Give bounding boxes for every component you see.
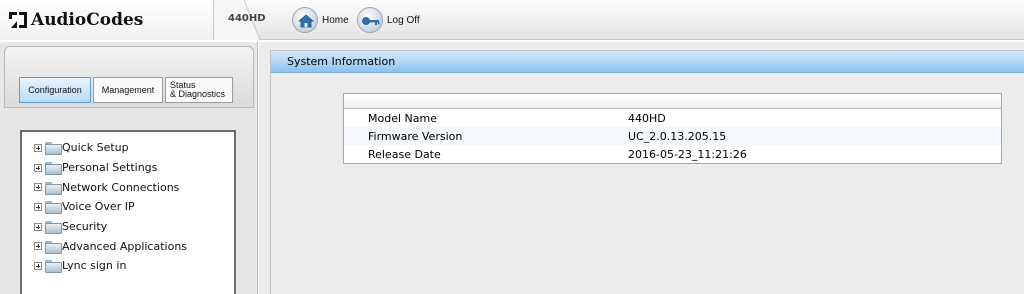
- folder-icon: [45, 142, 62, 156]
- folder-icon: [45, 221, 62, 235]
- table-row: Release Date 2016-05-23_11:21:26: [344, 145, 1001, 163]
- table-row: Model Name 440HD: [344, 109, 1001, 127]
- expand-icon[interactable]: [34, 261, 42, 270]
- tree-item-quick-setup[interactable]: Quick Setup: [34, 138, 187, 158]
- row-value: 2016-05-23_11:21:26: [628, 147, 747, 161]
- tab-configuration[interactable]: Configuration: [19, 77, 91, 103]
- tab-management[interactable]: Management: [93, 77, 163, 103]
- audiocodes-logo-icon: [8, 10, 28, 30]
- tree-item-label: Advanced Applications: [62, 239, 188, 253]
- home-button[interactable]: Home: [292, 5, 349, 35]
- row-key: Model Name: [368, 111, 437, 125]
- expand-icon[interactable]: [34, 202, 42, 211]
- log-off-label: Log Off: [387, 14, 420, 26]
- row-key: Firmware Version: [368, 129, 463, 143]
- tree-item-label: Quick Setup: [62, 141, 129, 155]
- tree-item-personal-settings[interactable]: Personal Settings: [34, 158, 187, 178]
- expand-icon[interactable]: [34, 163, 42, 172]
- folder-icon: [45, 162, 62, 176]
- row-value: UC_2.0.13.205.15: [628, 129, 727, 143]
- tree-list: Quick Setup Personal Settings Network Co…: [34, 138, 187, 276]
- tree-item-network-connections[interactable]: Network Connections: [34, 177, 187, 197]
- folder-icon: [45, 201, 62, 215]
- log-off-button[interactable]: Log Off: [357, 5, 420, 35]
- tree-item-label: Personal Settings: [62, 161, 158, 175]
- system-info-table: Model Name 440HD Firmware Version UC_2.0…: [343, 93, 1002, 164]
- expand-icon[interactable]: [34, 242, 42, 251]
- tab-status-line2: & Diagnostics: [170, 89, 226, 99]
- row-key: Release Date: [368, 147, 441, 161]
- tree-item-voice-over-ip[interactable]: Voice Over IP: [34, 197, 187, 217]
- home-label: Home: [322, 14, 349, 26]
- top-bar: AudioCodes 440HD Home Log Off: [0, 0, 1024, 40]
- system-information-panel: System Information Model Name 440HD Firm…: [270, 50, 1024, 294]
- tree-item-security[interactable]: Security: [34, 217, 187, 237]
- home-icon: [292, 7, 318, 33]
- tab-status-diagnostics[interactable]: Status & Diagnostics: [165, 77, 233, 103]
- tree-item-advanced-applications[interactable]: Advanced Applications: [34, 236, 187, 256]
- folder-icon: [45, 240, 62, 254]
- sidebar-tab-area: Configuration Management Status & Diagno…: [4, 46, 254, 108]
- table-header: [344, 94, 1001, 109]
- expand-icon[interactable]: [34, 222, 42, 231]
- table-row: Firmware Version UC_2.0.13.205.15: [344, 127, 1001, 145]
- tree-item-lync-sign-in[interactable]: Lync sign in: [34, 256, 187, 276]
- tree-item-label: Security: [62, 220, 108, 234]
- tree-item-label: Voice Over IP: [62, 200, 135, 214]
- folder-icon: [45, 181, 62, 195]
- brand-name: AudioCodes: [31, 10, 144, 30]
- folder-icon: [45, 260, 62, 274]
- left-sidebar: Configuration Management Status & Diagno…: [0, 42, 258, 294]
- tree-item-label: Lync sign in: [62, 259, 127, 273]
- tree-item-label: Network Connections: [62, 180, 180, 194]
- main-content: System Information Model Name 440HD Firm…: [259, 42, 1024, 294]
- navigation-tree: Quick Setup Personal Settings Network Co…: [20, 130, 236, 294]
- brand-logo-area: AudioCodes: [0, 0, 214, 40]
- key-icon: [357, 7, 383, 33]
- row-value: 440HD: [628, 111, 666, 125]
- expand-icon[interactable]: [34, 143, 42, 152]
- model-label: 440HD: [228, 13, 266, 24]
- panel-title: System Information: [271, 51, 1024, 73]
- expand-icon[interactable]: [34, 183, 42, 192]
- main-tabs: Configuration Management Status & Diagno…: [19, 77, 233, 103]
